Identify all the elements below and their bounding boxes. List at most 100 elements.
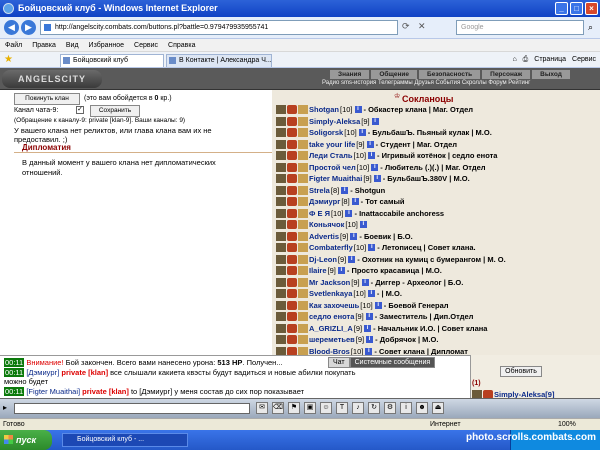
refresh-chat-icon[interactable]: ↻ <box>368 402 380 414</box>
info-icon[interactable]: i <box>341 186 349 194</box>
member-name[interactable]: Леди Сталь <box>309 151 353 160</box>
info-icon[interactable]: i <box>364 324 372 332</box>
info-icon[interactable]: i <box>337 267 345 274</box>
chat-author[interactable]: [Figter Muaithai] <box>26 387 82 396</box>
menu-view[interactable]: Вид <box>66 39 79 51</box>
users-icon[interactable]: ☻ <box>416 402 428 414</box>
refresh-stop-icons[interactable]: ⟳ ✕ <box>402 21 429 32</box>
tab-vkontakte[interactable]: В Контакте | Александра Ч... <box>166 54 272 67</box>
arrow-icon[interactable]: ▸ <box>3 403 7 412</box>
info-icon[interactable]: i <box>358 129 366 136</box>
menu-file[interactable]: Файл <box>5 39 22 51</box>
info-icon[interactable]: i <box>361 278 369 286</box>
url-field[interactable]: http://angelscity.combats.com/buttons.pl… <box>40 20 398 35</box>
member-name[interactable]: Advertis <box>309 232 339 241</box>
clear-icon[interactable]: ⌫ <box>272 402 284 414</box>
info-icon[interactable]: i <box>348 255 356 263</box>
member-level: [9] <box>353 323 363 333</box>
member-name[interactable]: Combaterfly <box>309 243 353 252</box>
menu-knowledge[interactable]: Знания <box>330 70 370 79</box>
save-button[interactable]: Сохранить <box>90 105 140 117</box>
info-icon[interactable]: i <box>368 244 376 251</box>
member-name[interactable]: take your life <box>309 140 355 149</box>
info-icon[interactable]: i <box>368 152 376 159</box>
member-name[interactable]: Дэмиург <box>309 197 340 206</box>
info-icon[interactable]: i <box>350 232 358 240</box>
chat-timestamp[interactable]: 00:11 <box>4 368 25 377</box>
info-icon[interactable]: i <box>371 163 379 171</box>
refresh-button[interactable]: Обновить <box>500 366 542 377</box>
maximize-button[interactable]: □ <box>570 2 583 15</box>
member-name[interactable]: Dj-Leon <box>309 255 337 264</box>
info-icon[interactable]: i <box>365 313 373 320</box>
page-menu[interactable]: Страница <box>534 54 566 66</box>
menu-security[interactable]: Безопасность <box>419 70 481 79</box>
print-icon[interactable]: ⎙ <box>523 54 529 66</box>
info-icon[interactable]: i <box>371 117 379 125</box>
start-button[interactable]: пуск <box>0 430 52 450</box>
info-icon[interactable]: i <box>373 175 381 182</box>
info-icon[interactable]: i <box>345 209 353 217</box>
menu-help[interactable]: Справка <box>168 39 195 51</box>
minimize-button[interactable]: _ <box>555 2 568 15</box>
exit-icon[interactable]: ⏏ <box>432 402 444 414</box>
member-name[interactable]: Shotgan <box>309 105 339 114</box>
info-icon[interactable]: i <box>367 290 375 297</box>
info-icon[interactable]: i <box>366 140 374 148</box>
member-name[interactable]: Коньячок <box>309 220 344 229</box>
search-icon[interactable]: ⌕ <box>588 22 593 33</box>
member-name[interactable]: Strela <box>309 186 330 195</box>
member-name[interactable]: Ilaire <box>309 266 327 275</box>
chat-timestamp[interactable]: 00:11 <box>4 387 25 396</box>
chat-author[interactable]: [Дэмиург] <box>26 368 61 377</box>
zoom-level[interactable]: 100% <box>558 419 576 430</box>
member-name[interactable]: Simply-Aleksa <box>309 117 360 126</box>
info-icon[interactable]: i <box>354 106 362 113</box>
favorites-star-icon[interactable]: ★ <box>4 54 13 65</box>
sound-icon[interactable]: ♪ <box>352 402 364 414</box>
search-input[interactable]: Google <box>456 20 584 35</box>
home-icon[interactable]: ⌂ <box>512 54 516 66</box>
member-name[interactable]: Soligorsk <box>309 128 343 137</box>
settings-icon[interactable]: ⚙ <box>384 402 396 414</box>
menu-edit[interactable]: Правка <box>32 39 56 51</box>
tab-fight-club[interactable]: Бойцовский клуб <box>60 54 164 67</box>
tab-system-messages[interactable]: Системные сообщения <box>349 357 436 368</box>
info-icon[interactable]: i <box>351 198 359 205</box>
taskbar-item[interactable]: Бойцовский клуб - ... <box>62 433 188 447</box>
chat-timestamp[interactable]: 00:11 <box>4 358 25 367</box>
info-icon[interactable]: i <box>400 402 412 414</box>
menu-favorites[interactable]: Избранное <box>89 39 124 51</box>
member-name[interactable]: Ф Е Я <box>309 209 330 218</box>
translit-icon[interactable]: T <box>336 402 348 414</box>
member-name[interactable]: Как захочешь <box>309 301 359 310</box>
menu-communication[interactable]: Общение <box>371 70 418 79</box>
menu-exit[interactable]: Выход <box>532 70 570 79</box>
chat-input[interactable] <box>14 403 250 414</box>
channel-checkbox[interactable]: ✓ <box>76 106 84 114</box>
send-icon[interactable]: ✉ <box>256 402 268 414</box>
info-icon[interactable]: i <box>374 301 382 309</box>
member-name[interactable]: Mr Jackson <box>309 278 350 287</box>
game-sub-menu[interactable]: Радио sms-история Телеграммы Друзья Собы… <box>322 80 530 86</box>
leave-clan-button[interactable]: Покинуть клан <box>14 93 80 105</box>
member-name[interactable]: Svetlenkaya <box>309 289 352 298</box>
member-name[interactable]: Figter Muaithai <box>309 174 362 183</box>
member-name[interactable]: седло енота <box>309 312 354 321</box>
forward-button[interactable]: ▶ <box>21 20 36 35</box>
save-icon[interactable]: ▣ <box>304 402 316 414</box>
tab-chat[interactable]: Чат <box>328 357 350 368</box>
menu-tools[interactable]: Сервис <box>134 39 158 51</box>
back-button[interactable]: ◀ <box>4 20 19 35</box>
close-button[interactable]: × <box>585 2 598 15</box>
tools-menu[interactable]: Сервис <box>572 54 596 66</box>
filter-icon[interactable]: ⚑ <box>288 402 300 414</box>
smile-icon[interactable]: ☺ <box>320 402 332 414</box>
menu-character[interactable]: Персонаж <box>482 70 531 79</box>
info-icon[interactable]: i <box>359 221 367 228</box>
member-name[interactable]: A_GRIZLI_A <box>309 324 353 333</box>
info-icon[interactable]: i <box>365 347 373 355</box>
member-name[interactable]: Простой чел <box>309 163 356 172</box>
member-name[interactable]: шереметьев <box>309 335 355 344</box>
info-icon[interactable]: i <box>366 336 374 343</box>
